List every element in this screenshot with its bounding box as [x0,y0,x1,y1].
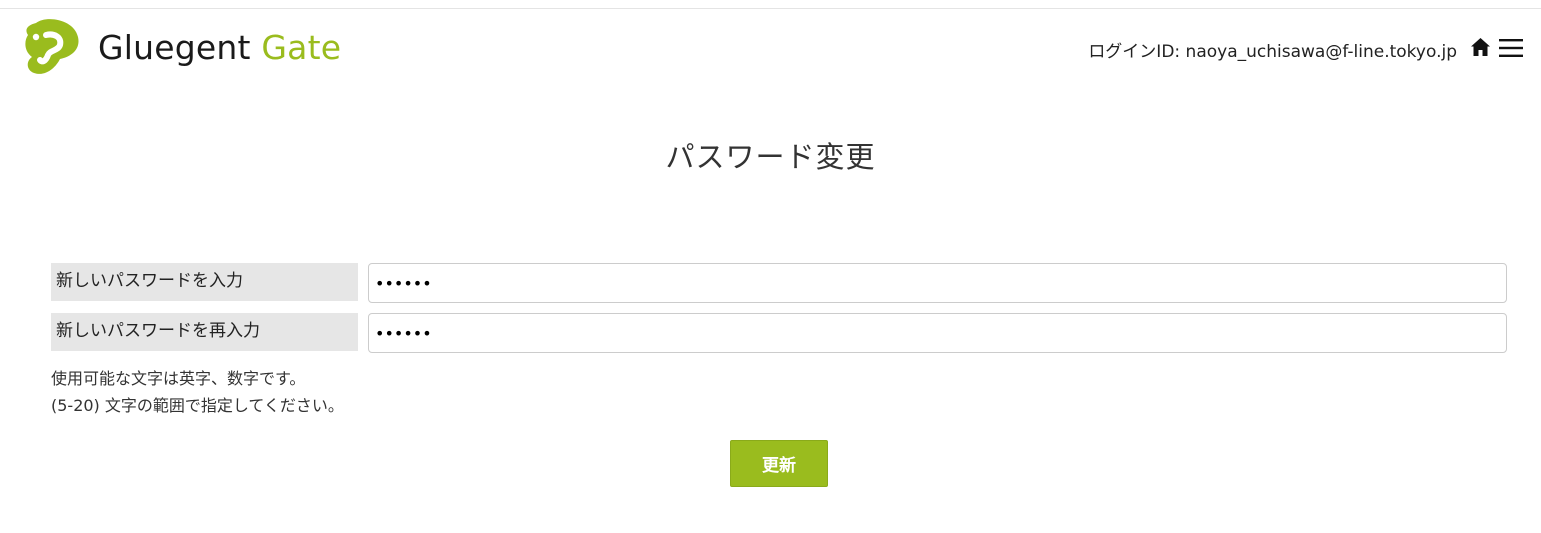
help-line-length: (5-20) 文字の範囲で指定してください。 [51,396,344,415]
password-rules-help: 使用可能な文字は英字、数字です。 (5-20) 文字の範囲で指定してください。 [51,365,344,419]
header: Gluegent Gate ログインID: naoya_uchisawa@f-l… [0,9,1541,87]
new-password-label: 新しいパスワードを入力 [51,263,358,301]
update-button[interactable]: 更新 [730,440,828,487]
help-line-chars: 使用可能な文字は英字、数字です。 [51,369,306,388]
gluegent-logo-icon [25,19,79,74]
hamburger-menu-icon[interactable] [1499,39,1523,57]
new-password-row: 新しいパスワードを入力 [51,263,1507,303]
confirm-password-row: 新しいパスワードを再入力 [51,313,1507,353]
home-icon[interactable] [1470,37,1491,57]
new-password-input[interactable] [368,263,1507,303]
brand-main: Gluegent [98,27,251,67]
brand-name: Gluegent Gate [98,28,341,67]
logo[interactable]: Gluegent Gate [22,17,341,77]
page-title: パスワード変更 [665,140,876,174]
confirm-password-label: 新しいパスワードを再入力 [51,313,358,351]
login-id: ログインID: naoya_uchisawa@f-line.tokyo.jp [1088,42,1457,62]
confirm-password-input[interactable] [368,313,1507,353]
brand-accent: Gate [261,27,342,67]
